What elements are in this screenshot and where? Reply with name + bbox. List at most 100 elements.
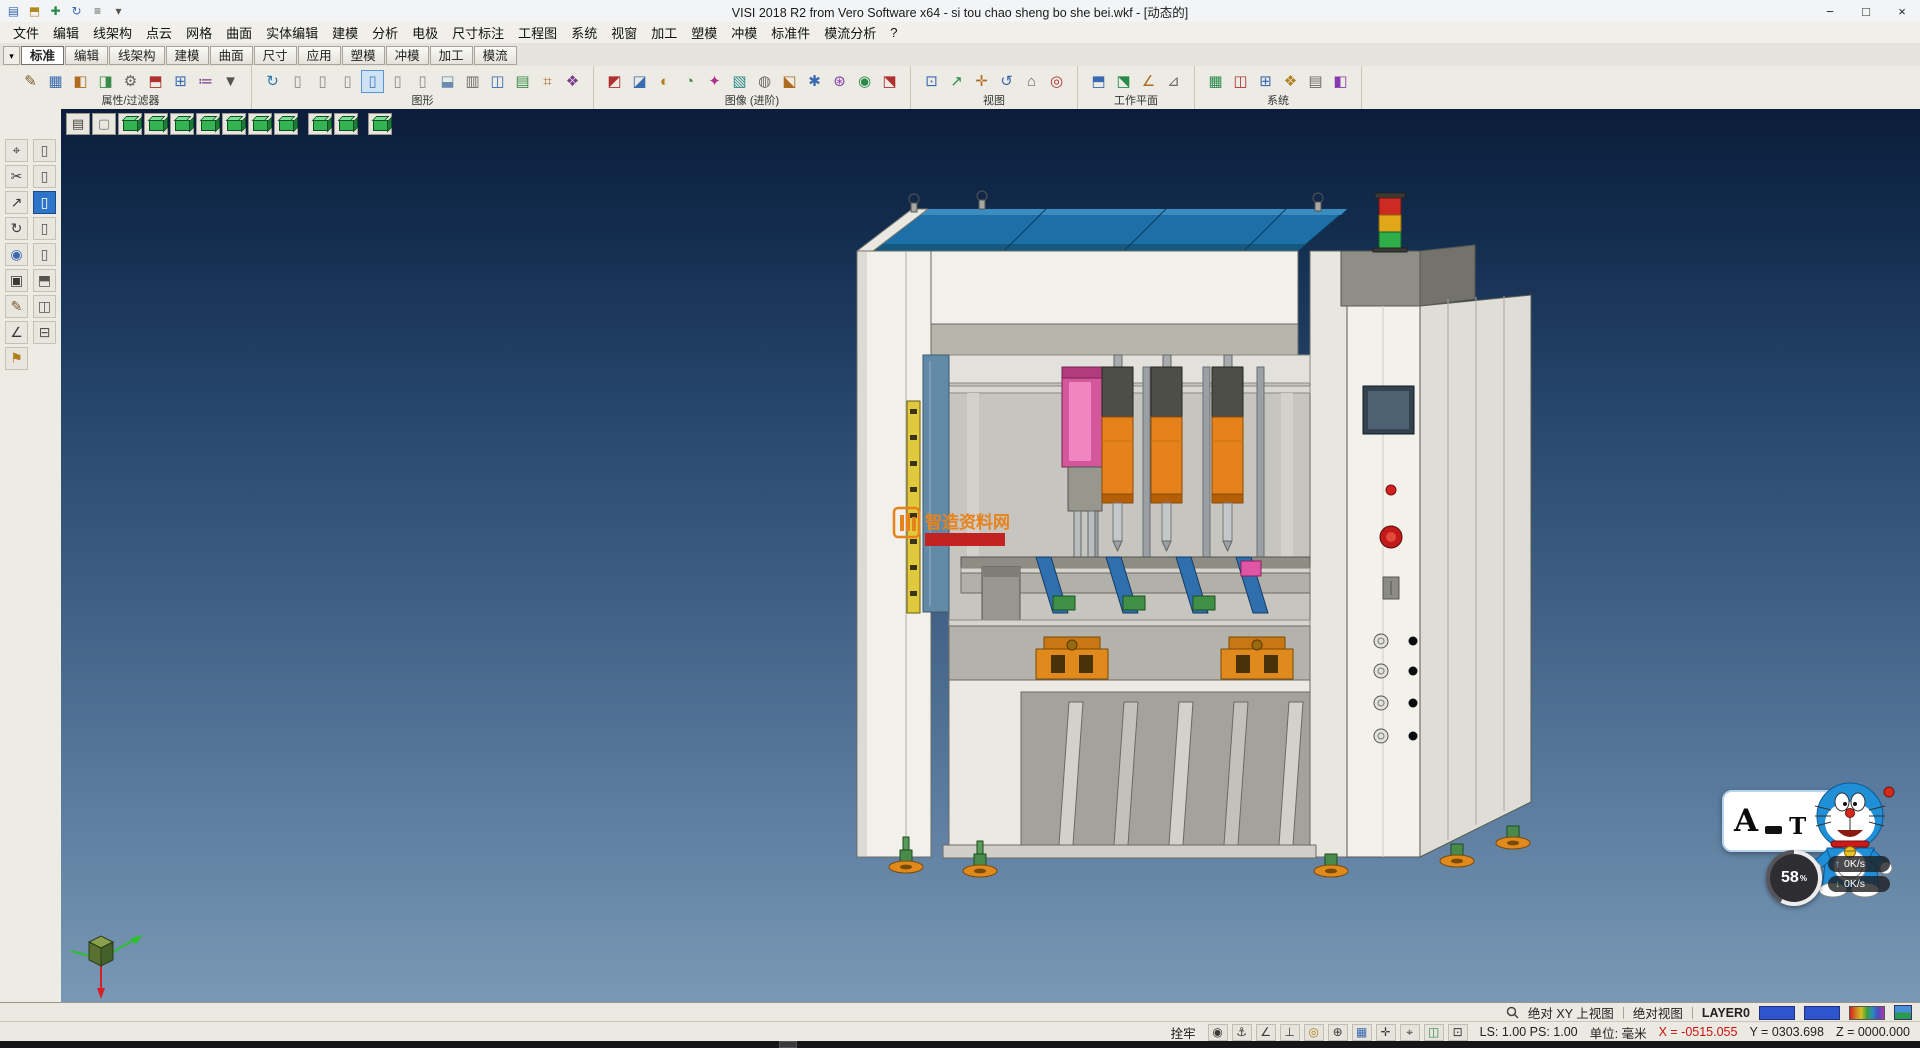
- toolbar-icon[interactable]: ⬔: [1112, 70, 1135, 93]
- toolbar-tab[interactable]: 建模: [166, 46, 209, 65]
- snap-toggle-icon[interactable]: ⊥: [1280, 1024, 1300, 1041]
- left-tool-icon[interactable]: ◉: [5, 243, 28, 266]
- toolbar-icon[interactable]: ↻: [261, 70, 284, 93]
- toolbar-tab[interactable]: 塑模: [342, 46, 385, 65]
- menu-item[interactable]: 加工: [644, 23, 684, 42]
- toolbar-icon[interactable]: ⌂: [1020, 70, 1043, 93]
- toolbar-icon[interactable]: ◫: [1229, 70, 1252, 93]
- view-cube-icon[interactable]: [368, 113, 392, 135]
- toolbar-icon[interactable]: ◐: [653, 70, 676, 93]
- cabinet-latch[interactable]: [1383, 577, 1399, 599]
- tab-dropdown-icon[interactable]: ▾: [3, 46, 20, 65]
- toolbar-tab[interactable]: 编辑: [65, 46, 108, 65]
- toolbar-icon[interactable]: ⬒: [1087, 70, 1110, 93]
- toolbar-icon[interactable]: ◉: [853, 70, 876, 93]
- toolbar-icon[interactable]: ▯: [286, 70, 309, 93]
- ime-indicator[interactable]: [779, 1041, 797, 1048]
- left-tool-icon[interactable]: ⬒: [33, 269, 56, 292]
- magnifier-icon[interactable]: [1506, 1006, 1519, 1019]
- quick-access-icon[interactable]: ⬒: [25, 3, 44, 20]
- left-tool-icon[interactable]: ▯: [33, 139, 56, 162]
- toolbar-icon[interactable]: ⊞: [1254, 70, 1277, 93]
- toolbar-icon[interactable]: ▧: [728, 70, 751, 93]
- menu-item[interactable]: 塑模: [684, 23, 724, 42]
- snap-toggle-icon[interactable]: ⚓: [1232, 1024, 1252, 1041]
- snap-toggle-icon[interactable]: ◎: [1304, 1024, 1324, 1041]
- view-cube-icon[interactable]: [170, 113, 194, 135]
- floating-overlay-widget[interactable]: A T: [1722, 784, 1898, 914]
- viewport-3d[interactable]: ▤ ▢: [61, 109, 1920, 1002]
- view-cube-icon[interactable]: [222, 113, 246, 135]
- toolbar-icon[interactable]: ⊞: [169, 70, 192, 93]
- toolbar-icon[interactable]: ◧: [1329, 70, 1352, 93]
- toolbar-icon[interactable]: ◪: [628, 70, 651, 93]
- toolbar-icon[interactable]: ⊛: [828, 70, 851, 93]
- view-cube-icon[interactable]: [144, 113, 168, 135]
- view-cube-icon[interactable]: [248, 113, 272, 135]
- view-cube-icon[interactable]: [334, 113, 358, 135]
- menu-item[interactable]: 点云: [139, 23, 179, 42]
- left-tool-icon[interactable]: ⚑: [5, 347, 28, 370]
- toolbar-icon[interactable]: ◩: [603, 70, 626, 93]
- clamp-fixture[interactable]: [1221, 637, 1293, 679]
- view-ref-text[interactable]: 绝对视图: [1633, 1003, 1683, 1022]
- close-button[interactable]: ×: [1884, 1, 1920, 22]
- clamp-fixture[interactable]: [1036, 637, 1108, 679]
- menu-item[interactable]: 文件: [6, 23, 46, 42]
- snap-toggle-icon[interactable]: ✛: [1376, 1024, 1396, 1041]
- hmi-screen[interactable]: [1363, 386, 1414, 434]
- quick-access-icon[interactable]: ↻: [67, 3, 86, 20]
- view-cube-icon[interactable]: [196, 113, 220, 135]
- layer-color-bar[interactable]: [1804, 1006, 1840, 1020]
- toolbar-icon[interactable]: ⬒: [144, 70, 167, 93]
- view-cube-icon[interactable]: [274, 113, 298, 135]
- menu-item[interactable]: 工程图: [511, 23, 564, 42]
- color-palette-bar[interactable]: [1849, 1006, 1885, 1020]
- toolbar-icon[interactable]: ∠: [1137, 70, 1160, 93]
- toolbar-icon[interactable]: ❖: [1279, 70, 1302, 93]
- menu-item[interactable]: 模流分析: [817, 23, 883, 42]
- left-tool-icon[interactable]: ⊟: [33, 321, 56, 344]
- toolbar-icon[interactable]: ✦: [703, 70, 726, 93]
- snap-toggle-icon[interactable]: ⊡: [1448, 1024, 1468, 1041]
- menu-item[interactable]: 曲面: [219, 23, 259, 42]
- menu-item[interactable]: 分析: [365, 23, 405, 42]
- toolbar-tab[interactable]: 曲面: [210, 46, 253, 65]
- menu-item[interactable]: 视窗: [604, 23, 644, 42]
- toolbar-icon[interactable]: ▤: [1304, 70, 1327, 93]
- toolbar-icon[interactable]: ✎: [19, 70, 42, 93]
- toolbar-icon[interactable]: ▯: [386, 70, 409, 93]
- toolbar-tab[interactable]: 冲模: [386, 46, 429, 65]
- menu-item[interactable]: 系统: [564, 23, 604, 42]
- view-cube-icon[interactable]: [118, 113, 142, 135]
- view-cube-icon[interactable]: ▤: [66, 113, 90, 135]
- toolbar-icon[interactable]: ✱: [803, 70, 826, 93]
- toolbar-icon[interactable]: ⬓: [436, 70, 459, 93]
- toolbar-icon[interactable]: ◍: [753, 70, 776, 93]
- left-tool-icon[interactable]: ◫: [33, 295, 56, 318]
- toolbar-icon[interactable]: ◫: [486, 70, 509, 93]
- toolbar-icon[interactable]: ◨: [94, 70, 117, 93]
- toolbar-icon[interactable]: ↗: [945, 70, 968, 93]
- left-tool-icon[interactable]: ▯: [33, 243, 56, 266]
- layer-color-bar[interactable]: [1759, 1006, 1795, 1020]
- toolbar-icon[interactable]: ▤: [511, 70, 534, 93]
- toolbar-icon[interactable]: ⊡: [920, 70, 943, 93]
- toolbar-icon[interactable]: ⚙: [119, 70, 142, 93]
- quick-access-icon[interactable]: ▾: [109, 3, 128, 20]
- toolbar-icon[interactable]: ❖: [561, 70, 584, 93]
- progress-circle[interactable]: 58%: [1766, 850, 1822, 906]
- snap-toggle-icon[interactable]: ⊕: [1328, 1024, 1348, 1041]
- view-cube-icon[interactable]: ▢: [92, 113, 116, 135]
- toolbar-icon[interactable]: ⬔: [878, 70, 901, 93]
- toolbar-icon[interactable]: ≔: [194, 70, 217, 93]
- snap-toggle-icon[interactable]: ◫: [1424, 1024, 1444, 1041]
- menu-item[interactable]: 建模: [325, 23, 365, 42]
- view-cube-icon[interactable]: [308, 113, 332, 135]
- toolbar-tab[interactable]: 应用: [298, 46, 341, 65]
- transfer-rail-assembly[interactable]: [961, 557, 1310, 620]
- menu-item[interactable]: 冲模: [724, 23, 764, 42]
- scene-canvas[interactable]: 智造资料网: [61, 109, 1920, 1002]
- left-tool-icon[interactable]: ↻: [5, 217, 28, 240]
- toolbar-icon[interactable]: ⊿: [1162, 70, 1185, 93]
